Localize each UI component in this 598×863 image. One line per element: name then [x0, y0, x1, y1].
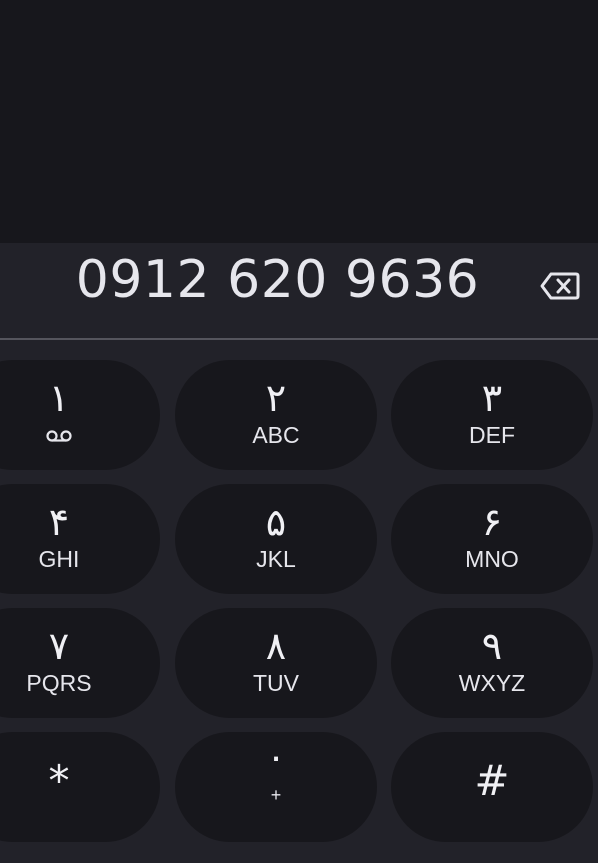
- key-1[interactable]: ١: [0, 360, 160, 470]
- key-digit: ٣: [481, 376, 503, 420]
- key-digit: ٢: [265, 376, 287, 420]
- key-letters: ABC: [252, 422, 300, 448]
- key-digit: ۵: [265, 500, 287, 544]
- key-hash[interactable]: #: [391, 732, 593, 842]
- dialed-number[interactable]: 0912 620 9636: [0, 243, 555, 338]
- key-3[interactable]: ٣ DEF: [391, 360, 593, 470]
- voicemail-icon: [0, 428, 160, 447]
- dialer-screen: 0912 620 9636 ١ ٢ ABC ٣ DEF ۴ GHI ۵ JKL …: [0, 0, 598, 863]
- backspace-icon: [540, 272, 580, 300]
- key-4[interactable]: ۴ GHI: [0, 484, 160, 594]
- key-5[interactable]: ۵ JKL: [175, 484, 377, 594]
- key-star[interactable]: *: [0, 732, 160, 842]
- key-letters: PQRS: [26, 670, 92, 696]
- key-digit: ١: [48, 376, 70, 420]
- key-letters: GHI: [38, 546, 80, 572]
- key-digit: ۶: [481, 500, 503, 544]
- key-letters: +: [270, 785, 282, 805]
- key-letters: JKL: [256, 546, 296, 572]
- key-2[interactable]: ٢ ABC: [175, 360, 377, 470]
- key-digit: ٧: [48, 624, 70, 668]
- backspace-button[interactable]: [540, 271, 592, 311]
- key-6[interactable]: ۶ MNO: [391, 484, 593, 594]
- key-letters: TUV: [253, 670, 299, 696]
- key-7[interactable]: ٧ PQRS: [0, 608, 160, 718]
- key-digit: ٠: [266, 737, 286, 778]
- key-9[interactable]: ٩ WXYZ: [391, 608, 593, 718]
- top-area: [0, 0, 598, 243]
- key-symbol: #: [474, 756, 510, 805]
- number-display: 0912 620 9636: [0, 243, 598, 338]
- key-letters: WXYZ: [458, 670, 526, 696]
- key-digit: ٨: [265, 624, 287, 668]
- key-letters: DEF: [469, 422, 515, 448]
- key-symbol: *: [48, 756, 70, 805]
- key-0[interactable]: ٠ +: [175, 732, 377, 842]
- keypad: ١ ٢ ABC ٣ DEF ۴ GHI ۵ JKL ۶ MNO ٧ PQRS ٨…: [0, 340, 598, 863]
- key-digit: ٩: [481, 624, 503, 668]
- key-digit: ۴: [48, 500, 70, 544]
- key-8[interactable]: ٨ TUV: [175, 608, 377, 718]
- key-letters: MNO: [465, 546, 519, 572]
